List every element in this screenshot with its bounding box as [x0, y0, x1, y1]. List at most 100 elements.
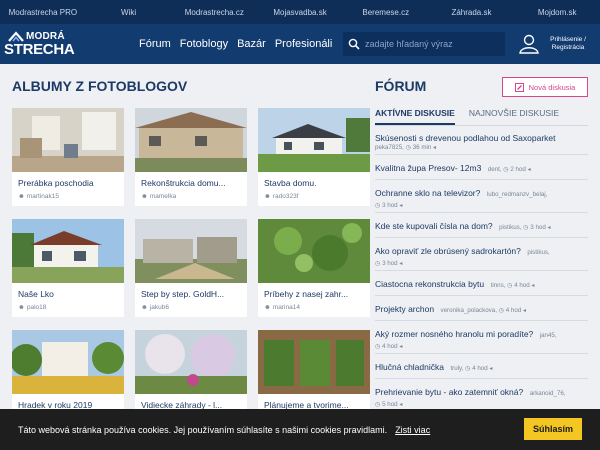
album-author: ☻ martinak15 [12, 188, 124, 200]
album-title: Prerábka poschodia [18, 178, 94, 188]
site-logo[interactable]: MODRÁ STRECHA [2, 24, 84, 64]
cookie-banner: Táto webová stránka používa cookies. Jej… [0, 409, 600, 450]
album-title: Plánujeme a tvorime... [264, 400, 349, 410]
thread-title[interactable]: Ako opraviť zle obrúsený sadrokartón? [375, 246, 521, 256]
album-card[interactable]: Naše Lko ☻ palo18 [12, 219, 124, 317]
thread-item[interactable]: Projekty archon veronika_polackova, ◷ 4 … [375, 296, 588, 321]
thread-meta: truly, ◷ 4 hod ◂ [450, 365, 493, 372]
person-icon: ☻ [141, 304, 148, 311]
person-icon: ☻ [18, 193, 25, 200]
album-author: ☻ palo18 [12, 299, 124, 311]
album-photo [135, 219, 247, 283]
logo-text-bottom: STRECHA [4, 41, 75, 58]
album-author: ☻ marina14 [258, 299, 370, 311]
album-title: Príbehy z nasej zahr... [264, 289, 349, 299]
album-author: ☻ mamelka [135, 188, 247, 200]
album-photo [258, 219, 370, 283]
thread-item[interactable]: Prehrievanie bytu - ako zatemniť okná? a… [375, 379, 588, 412]
network-link-modrastrecha-cz[interactable]: Modrastrecha.cz [171, 8, 257, 17]
network-link-mojasvadba[interactable]: Mojasvadba.sk [257, 8, 343, 17]
album-photo [135, 330, 247, 394]
album-photo [12, 330, 124, 394]
thread-meta: pistikus, ◷ 3 hod ◂ [499, 224, 551, 231]
network-link-mojdom[interactable]: Mojdom.sk [514, 8, 600, 17]
nav-bazar[interactable]: Bazár [237, 38, 266, 50]
album-title: Step by step. GoldH... [141, 289, 225, 299]
forum-heading: FÓRUM [375, 78, 427, 94]
thread-item[interactable]: Ako opraviť zle obrúsený sadrokartón? pi… [375, 238, 588, 271]
nav-fotoblogy[interactable]: Fotoblogy [180, 38, 228, 50]
thread-meta: arkanoid_76, [529, 390, 566, 397]
network-link-zahrada[interactable]: Záhrada.sk [429, 8, 515, 17]
edit-icon [514, 82, 524, 92]
thread-meta-time: ◷ 5 hod ◂ [375, 401, 403, 408]
tab-active-discussions[interactable]: AKTÍVNE DISKUSIE [375, 108, 455, 125]
site-header: MODRÁ STRECHA Fórum Fotoblogy Bazár Prof… [0, 24, 600, 64]
thread-item[interactable]: Ochranne sklo na televizor? lubo_redmanz… [375, 180, 588, 213]
thread-meta: tinns, ◷ 4 hod ◂ [490, 282, 535, 289]
search-icon[interactable] [343, 32, 365, 56]
cookie-accept-button[interactable]: Súhlasím [524, 418, 582, 440]
album-title: Hradek v roku 2019 [18, 400, 93, 410]
network-bar: Modrastrecha PRO Wiki Modrastrecha.cz Mo… [0, 0, 600, 24]
cookie-text: Táto webová stránka používa cookies. Jej… [18, 424, 388, 435]
network-link-beremese[interactable]: Beremese.cz [343, 8, 429, 17]
login-label: Prihlásenie / Registrácia [546, 36, 590, 52]
album-card[interactable]: Step by step. GoldH... ☻ jakub6 [135, 219, 247, 317]
album-card[interactable]: Prerábka poschodia ☻ martinak15 [12, 108, 124, 206]
album-author-name: martinak15 [26, 193, 59, 200]
thread-title[interactable]: Kvalitna župa Presov- 12m3 [375, 163, 481, 173]
album-author-name: rado323f [272, 193, 299, 200]
thread-title[interactable]: Skúsenosti s drevenou podlahou od Saxopa… [375, 133, 588, 143]
album-title: Rekonštrukcia domu... [141, 178, 226, 188]
thread-meta: jan45, [539, 332, 557, 339]
nav-forum[interactable]: Fórum [139, 38, 171, 50]
thread-meta-time: ◷ 4 hod ◂ [375, 343, 403, 350]
login-label-line1: Prihlásenie / [550, 36, 586, 43]
thread-item[interactable]: Aký rozmer nosného hranolu mi poradíte? … [375, 321, 588, 354]
album-author: ☻ rado323f [258, 188, 370, 200]
album-card[interactable]: Rekonštrukcia domu... ☻ mamelka [135, 108, 247, 206]
thread-title[interactable]: Ciastocna rekonstrukcia bytu [375, 279, 484, 289]
person-icon: ☻ [141, 193, 148, 200]
album-card[interactable]: Stavba domu. ☻ rado323f [258, 108, 370, 206]
person-icon: ☻ [264, 193, 271, 200]
forum-tabs: AKTÍVNE DISKUSIE NAJNOVŠIE DISKUSIE [375, 108, 588, 126]
thread-item[interactable]: Kvalitna župa Presov- 12m3 dent, ◷ 2 hod… [375, 155, 588, 180]
main-nav: Fórum Fotoblogy Bazár Profesionáli [139, 38, 341, 50]
login-register[interactable]: Prihlásenie / Registrácia [518, 33, 590, 55]
album-card[interactable]: Príbehy z nasej zahr... ☻ marina14 [258, 219, 370, 317]
thread-meta: veronika_polackova, ◷ 4 hod ◂ [440, 307, 527, 314]
albums-heading: ALBUMY Z FOTOBLOGOV [12, 78, 188, 94]
album-photo [135, 108, 247, 172]
network-link-wiki[interactable]: Wiki [86, 8, 172, 17]
login-label-line2: Registrácia [551, 44, 585, 51]
album-author-name: jakub6 [149, 304, 169, 311]
thread-title[interactable]: Aký rozmer nosného hranolu mi poradíte? [375, 329, 533, 339]
thread-meta-time: ◷ 3 hod ◂ [375, 202, 403, 209]
thread-title[interactable]: Projekty archon [375, 304, 434, 314]
thread-meta: lubo_redmanzv_belaj, [486, 191, 548, 198]
thread-item[interactable]: Kde ste kupovali čísla na dom? pistikus,… [375, 213, 588, 238]
new-discussion-button[interactable]: Nová diskusia [502, 77, 588, 97]
tab-newest-discussions[interactable]: NAJNOVŠIE DISKUSIE [469, 108, 559, 125]
search-input[interactable] [365, 39, 495, 49]
album-title: Stavba domu. [264, 178, 317, 188]
album-author-name: mamelka [149, 193, 177, 200]
thread-title[interactable]: Kde ste kupovali čísla na dom? [375, 221, 493, 231]
thread-item[interactable]: Hlučná chladnička truly, ◷ 4 hod ◂ [375, 354, 588, 379]
thread-item[interactable]: Ciastocna rekonstrukcia bytu tinns, ◷ 4 … [375, 271, 588, 296]
album-photo [258, 108, 370, 172]
thread-meta: peka7825, ◷ 36 min ◂ [375, 144, 437, 151]
cookie-more-link[interactable]: Zisti viac [395, 425, 430, 435]
album-author-name: palo18 [26, 304, 47, 311]
album-photo [12, 108, 124, 172]
album-title: Naše Lko [18, 289, 54, 299]
thread-title[interactable]: Prehrievanie bytu - ako zatemniť okná? [375, 387, 523, 397]
search-box [343, 32, 505, 56]
thread-title[interactable]: Ochranne sklo na televizor? [375, 188, 480, 198]
network-link-modrastrecha-pro[interactable]: Modrastrecha PRO [0, 8, 86, 17]
thread-title[interactable]: Hlučná chladnička [375, 362, 444, 372]
thread-item[interactable]: Skúsenosti s drevenou podlahou od Saxopa… [375, 130, 588, 155]
nav-profesionali[interactable]: Profesionáli [275, 38, 332, 50]
